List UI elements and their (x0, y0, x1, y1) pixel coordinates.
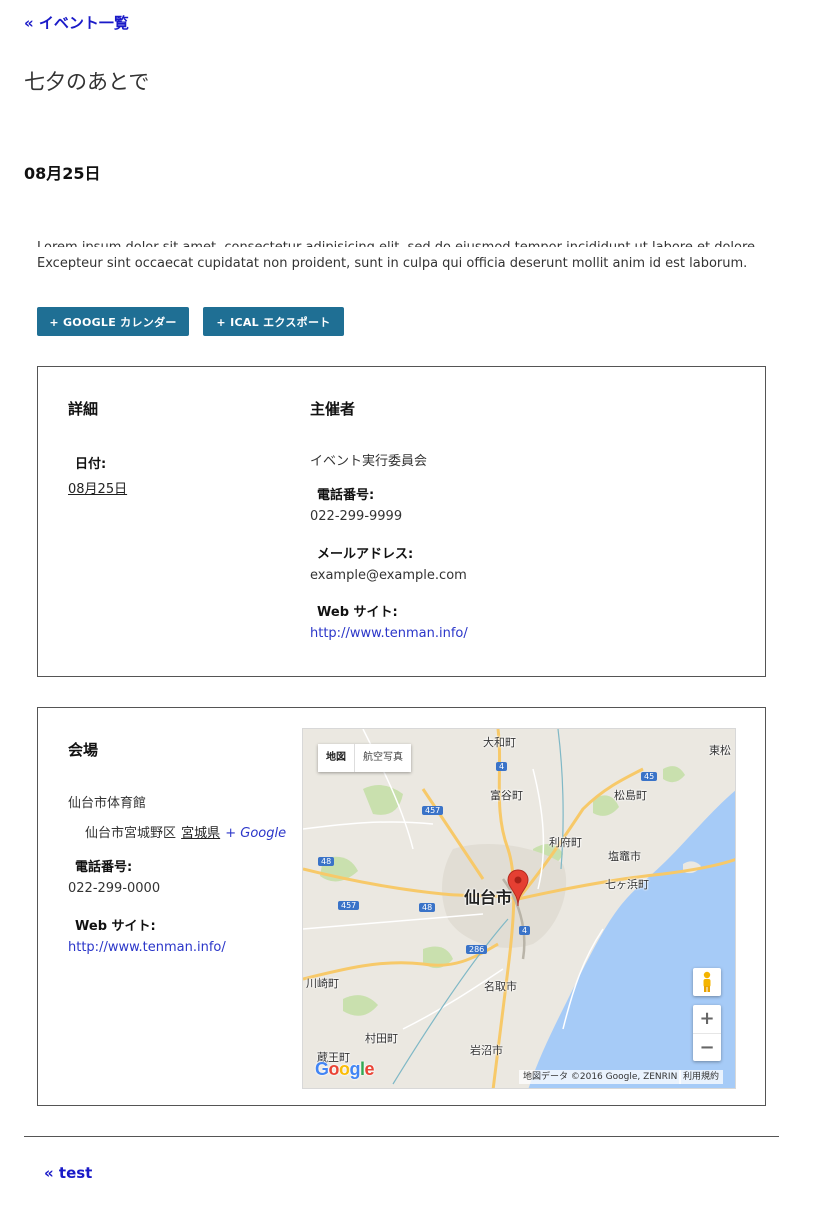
route-shield: 4 (519, 926, 531, 935)
map-label: 七ヶ浜町 (605, 878, 649, 891)
map-label: 松島町 (614, 789, 647, 802)
map-attribution: 地図データ ©2016 Google, ZENRIN (519, 1070, 682, 1084)
google-logo: Google (315, 1059, 375, 1079)
organizer-phone: 022-299-9999 (310, 509, 403, 524)
map-label: 東松 (709, 744, 731, 757)
description-line-1: Lorem ipsum dolor sit amet, consectetur … (37, 238, 767, 247)
zoom-in-button[interactable]: + (693, 1005, 721, 1034)
map-label: 岩沼市 (470, 1044, 503, 1057)
map-label: 川崎町 (306, 977, 339, 990)
venue-website-label: Web サイト: (75, 919, 156, 934)
event-description: Lorem ipsum dolor sit amet, consectetur … (37, 238, 767, 273)
organizer-phone-label: 電話番号: (317, 488, 375, 503)
map-label: 塩竈市 (608, 850, 641, 863)
venue-address-city: 仙台市宮城野区 (85, 826, 177, 841)
route-shield: 457 (338, 901, 360, 910)
route-shield: 45 (641, 772, 658, 781)
map-label: 富谷町 (490, 789, 523, 802)
route-shield: 4 (496, 762, 508, 771)
date-label: 日付: (75, 457, 107, 472)
footer-divider (24, 1136, 779, 1137)
zoom-out-button[interactable]: − (693, 1034, 721, 1062)
organizer-email-label: メールアドレス: (317, 547, 414, 562)
venue-name: 仙台市体育館 (68, 796, 147, 811)
event-date-heading: 08月25日 (24, 164, 101, 183)
venue-phone: 022-299-0000 (68, 881, 161, 896)
ical-export-button[interactable]: + ICAL エクスポート (203, 307, 344, 336)
map-label: 大和町 (483, 736, 516, 749)
venue-website-link[interactable]: http://www.tenman.info/ (68, 940, 226, 955)
organizer-name: イベント実行委員会 (310, 454, 428, 469)
organizer-website-link[interactable]: http://www.tenman.info/ (310, 626, 468, 641)
map-label-sendai: 仙台市 (464, 888, 513, 907)
google-map[interactable]: 4 45 457 48 457 48 286 4 大和町 東松 富谷町 松島町 … (302, 728, 736, 1089)
venue-phone-label: 電話番号: (75, 860, 133, 875)
map-terms-link[interactable]: 利用規約 (679, 1070, 724, 1084)
event-title: 七夕のあとで (24, 70, 150, 94)
details-heading: 詳細 (68, 400, 99, 418)
map-label: 利府町 (549, 836, 582, 849)
google-map-link[interactable]: + Google (225, 826, 286, 841)
adjacent-event-link[interactable]: « test (44, 1164, 92, 1182)
map-type-control: 地図 航空写真 (318, 744, 411, 772)
location-pin-icon[interactable] (507, 869, 529, 907)
map-type-roadmap-button[interactable]: 地図 (318, 744, 354, 772)
organizer-website-label: Web サイト: (317, 605, 398, 620)
back-to-event-list-link[interactable]: « イベント一覧 (24, 12, 129, 33)
description-line-2: Excepteur sint occaecat cupidatat non pr… (37, 256, 748, 271)
organizer-heading: 主催者 (310, 400, 356, 418)
route-shield: 457 (422, 806, 444, 815)
map-label: 名取市 (484, 980, 517, 993)
google-calendar-button[interactable]: + GOOGLE カレンダー (37, 307, 189, 336)
route-shield: 286 (466, 945, 488, 954)
route-shield: 48 (318, 857, 335, 866)
map-label: 村田町 (365, 1032, 398, 1045)
zoom-control: + − (693, 1005, 721, 1061)
venue-heading: 会場 (68, 741, 99, 759)
date-value-link[interactable]: 08月25日 (68, 478, 127, 497)
venue-address: 仙台市宮城野区 宮城県 + Google (85, 822, 286, 841)
street-view-pegman-icon[interactable] (693, 968, 721, 996)
route-shield: 48 (419, 903, 436, 912)
pegman-icon (703, 971, 711, 992)
map-type-satellite-button[interactable]: 航空写真 (354, 744, 411, 772)
venue-prefecture-link[interactable]: 宮城県 (181, 826, 220, 841)
event-details-box: 詳細 日付: 08月25日 主催者 イベント実行委員会 電話番号: 022-29… (37, 366, 766, 677)
organizer-email: example@example.com (310, 568, 467, 583)
